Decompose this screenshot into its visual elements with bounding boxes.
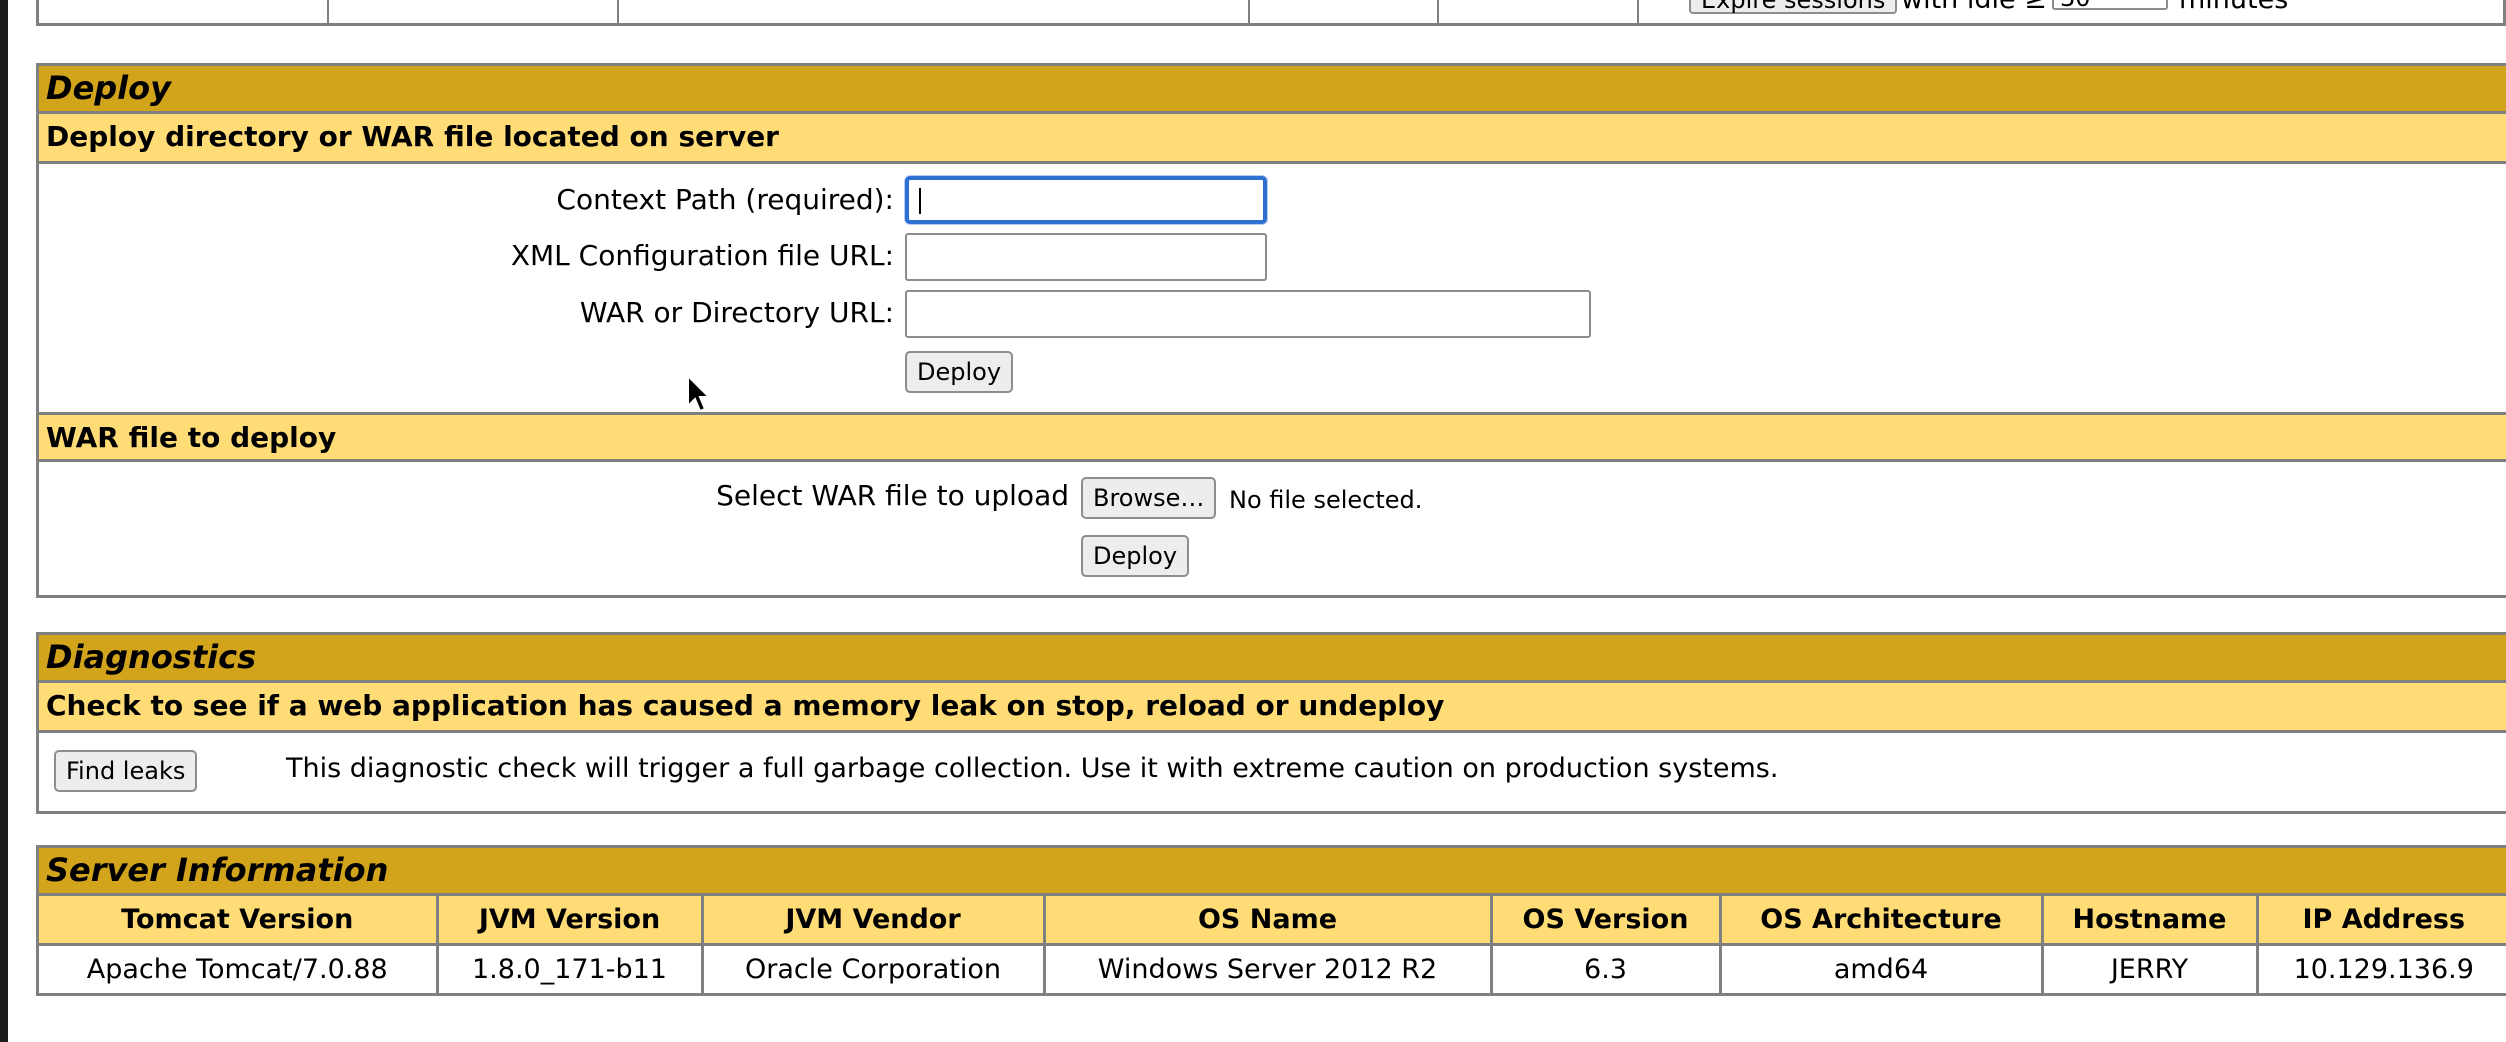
- table-divider: [327, 0, 329, 23]
- window-left-edge: [0, 0, 8, 1042]
- idle-label: with idle ≥: [1901, 0, 2047, 13]
- jvm-version-value: 1.8.0_171-b11: [437, 944, 704, 993]
- server-info-table: Tomcat Version JVM Version JVM Vendor OS…: [39, 896, 2506, 993]
- header-os-architecture: OS Architecture: [1720, 896, 2044, 946]
- war-dir-label: WAR or Directory URL:: [579, 296, 894, 329]
- hostname-value: JERRY: [2042, 944, 2259, 993]
- diagnostics-title: Diagnostics: [39, 635, 2506, 683]
- diagnostics-subtitle: Check to see if a web application has ca…: [39, 683, 2506, 733]
- applications-table-bottom: Expire sessions with idle ≥ 30 minutes: [36, 0, 2506, 26]
- tomcat-version-value: Apache Tomcat/7.0.88: [39, 944, 439, 993]
- context-path-input[interactable]: [905, 176, 1267, 224]
- jvm-vendor-value: Oracle Corporation: [702, 944, 1046, 993]
- context-path-label: Context Path (required):: [556, 183, 894, 216]
- find-leaks-button[interactable]: Find leaks: [54, 750, 198, 792]
- table-divider: [1248, 0, 1250, 23]
- expire-sessions-button[interactable]: Expire sessions: [1689, 0, 1898, 14]
- xml-config-input[interactable]: [905, 233, 1267, 281]
- arrow-cursor-icon: [687, 374, 710, 413]
- war-dir-row: WAR or Directory URL:: [39, 285, 2506, 341]
- deploy-server-form: Context Path (required): XML Configurati…: [39, 164, 2506, 412]
- browse-button[interactable]: Browse…: [1081, 477, 1217, 519]
- context-path-row: Context Path (required):: [39, 172, 2506, 228]
- war-dir-input[interactable]: [905, 290, 1591, 338]
- xml-config-row: XML Configuration file URL:: [39, 228, 2506, 284]
- deploy-server-subtitle: Deploy directory or WAR file located on …: [39, 114, 2506, 164]
- header-os-version: OS Version: [1491, 896, 1722, 946]
- header-jvm-vendor: JVM Vendor: [702, 896, 1046, 946]
- xml-config-label: XML Configuration file URL:: [510, 239, 894, 272]
- select-war-label: Select WAR file to upload: [716, 479, 1069, 512]
- table-row: Apache Tomcat/7.0.88 1.8.0_171-b11 Oracl…: [39, 944, 2506, 993]
- os-name-value: Windows Server 2012 R2: [1044, 944, 1493, 993]
- server-info-title: Server Information: [39, 848, 2506, 896]
- diagnostics-body: Find leaks This diagnostic check will tr…: [39, 733, 2506, 811]
- header-ip-address: IP Address: [2257, 896, 2506, 946]
- header-jvm-version: JVM Version: [437, 896, 704, 946]
- idle-minutes-input[interactable]: 30: [2052, 0, 2168, 10]
- war-upload-form: Select WAR file to upload Browse… No fil…: [39, 462, 2506, 595]
- deploy-server-button[interactable]: Deploy: [905, 351, 1014, 393]
- server-info-panel: Server Information Tomcat Version JVM Ve…: [36, 845, 2506, 996]
- diagnostics-description: This diagnostic check will trigger a ful…: [286, 753, 1779, 784]
- table-divider: [1637, 0, 1639, 23]
- deploy-war-button[interactable]: Deploy: [1081, 535, 1190, 577]
- os-version-value: 6.3: [1491, 944, 1722, 993]
- deploy-panel: Deploy Deploy directory or WAR file loca…: [36, 63, 2506, 598]
- diagnostics-panel: Diagnostics Check to see if a web applic…: [36, 632, 2506, 814]
- deploy-title: Deploy: [39, 66, 2506, 114]
- war-upload-subtitle: WAR file to deploy: [39, 412, 2506, 462]
- server-info-header-row: Tomcat Version JVM Version JVM Vendor OS…: [39, 896, 2506, 946]
- no-file-text: No file selected.: [1229, 486, 1423, 514]
- header-os-name: OS Name: [1044, 896, 1493, 946]
- table-divider: [617, 0, 619, 23]
- header-hostname: Hostname: [2042, 896, 2259, 946]
- text-caret: [919, 188, 921, 214]
- header-tomcat-version: Tomcat Version: [39, 896, 439, 946]
- minutes-label: minutes: [2179, 0, 2288, 13]
- ip-address-value: 10.129.136.9: [2293, 954, 2474, 985]
- os-architecture-value: amd64: [1720, 944, 2044, 993]
- table-divider: [1437, 0, 1439, 23]
